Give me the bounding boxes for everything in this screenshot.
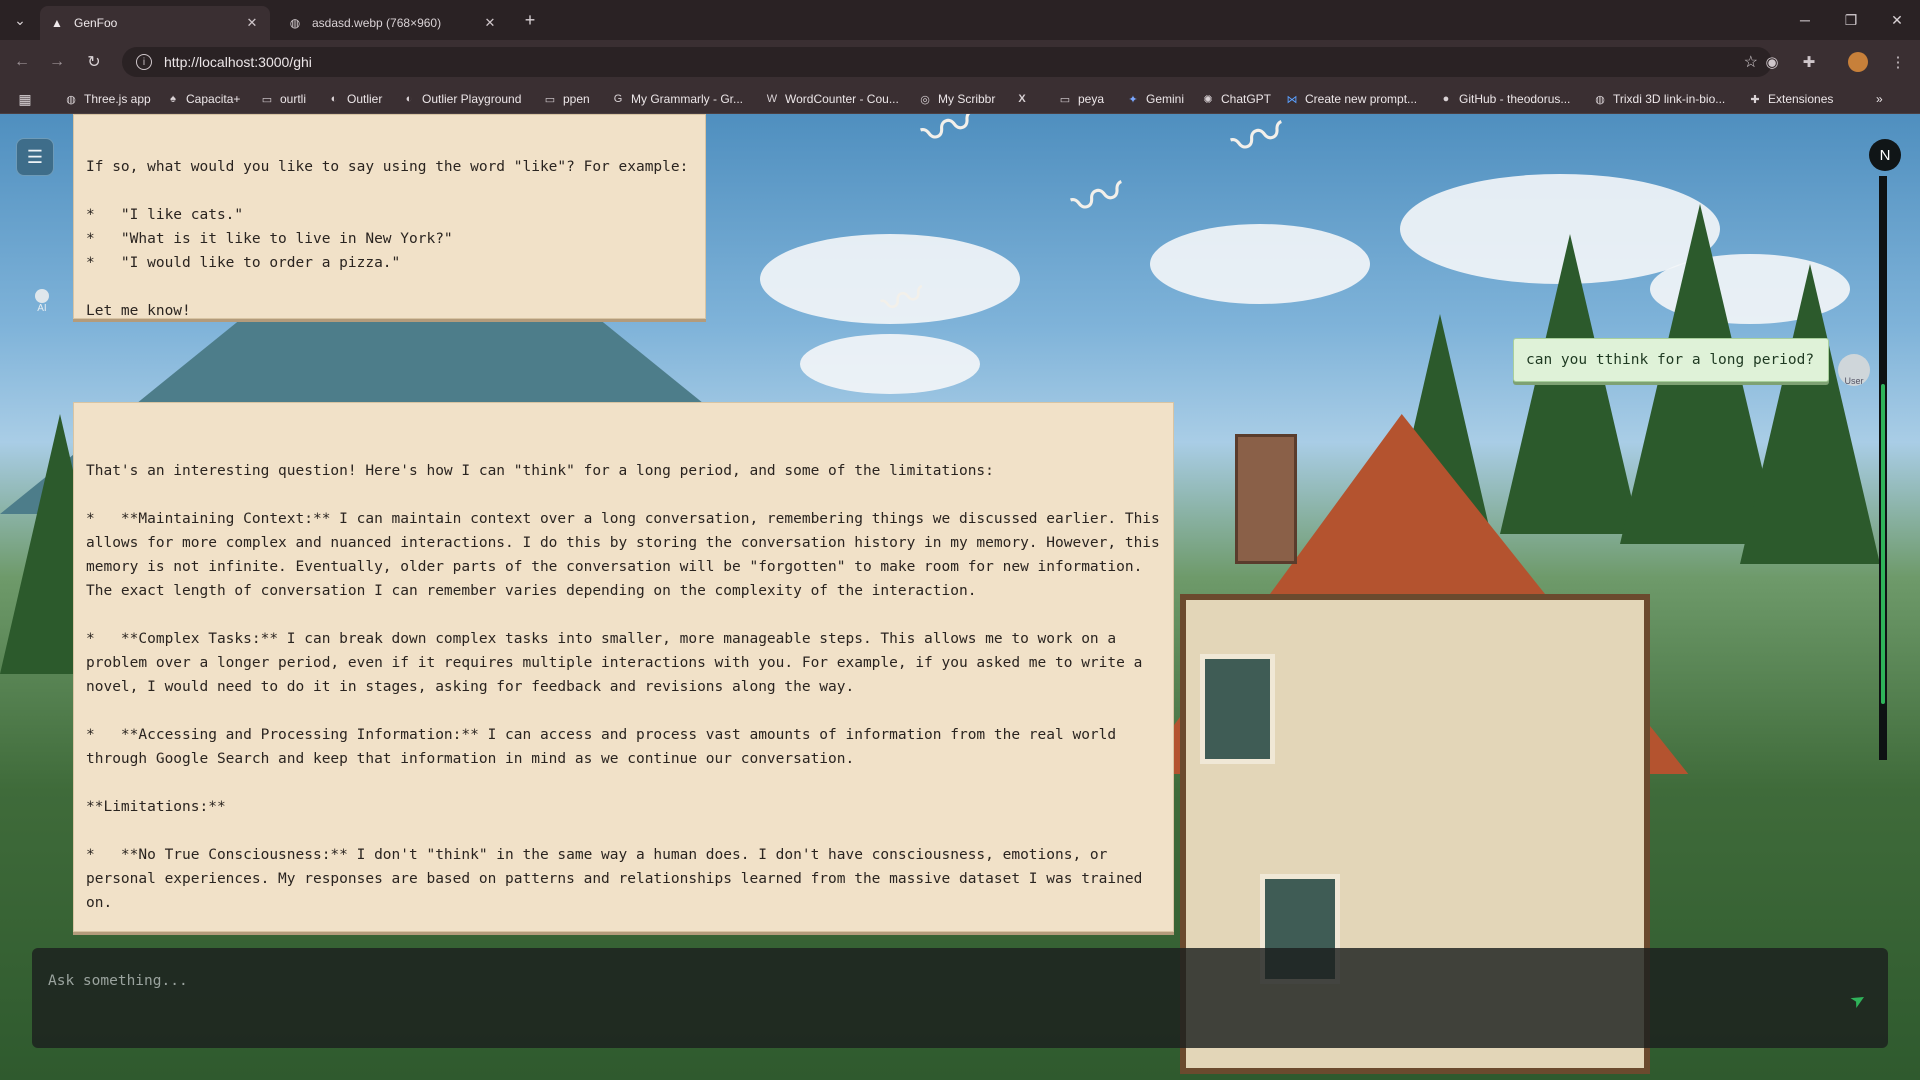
- bookmark-wordcounter[interactable]: W WordCounter - Cou...: [765, 90, 899, 108]
- bookmark-grammarly[interactable]: G My Grammarly - Gr...: [611, 90, 743, 108]
- user-message: can you tthink for a long period?: [1513, 338, 1829, 382]
- profile-avatar[interactable]: [1848, 52, 1868, 72]
- extensions-puzzle-icon[interactable]: ✚: [1797, 50, 1821, 74]
- bookmark-star-icon[interactable]: ☆: [1744, 52, 1758, 72]
- gemini-icon: ✦: [1128, 93, 1138, 106]
- assistant-avatar: AI: [33, 289, 51, 317]
- chatgpt-icon: ✺: [1203, 93, 1213, 106]
- bird-decoration: 〰: [1223, 114, 1295, 177]
- butterfly-icon: ⋈: [1286, 93, 1298, 106]
- apps-grid-icon[interactable]: ▦: [18, 90, 32, 108]
- bookmark-outlier[interactable]: ◐ Outlier: [327, 90, 383, 108]
- tab-title: GenFoo: [74, 16, 118, 30]
- chimney-decoration: [1235, 434, 1297, 564]
- site-info-icon[interactable]: i: [136, 54, 152, 70]
- bookmark-ppen[interactable]: ▭ ppen: [543, 90, 590, 108]
- bookmark-github[interactable]: ● GitHub - theodorus...: [1439, 90, 1571, 108]
- capacita-icon: ♠: [170, 93, 176, 105]
- tab-search-button[interactable]: ⌄: [8, 8, 32, 32]
- globe-icon: ◍: [289, 16, 301, 30]
- puzzle-icon: ✚: [1750, 93, 1760, 106]
- github-icon: ●: [1442, 93, 1450, 105]
- tab-title: asdasd.webp (768×960): [312, 16, 442, 30]
- bookmark-peya[interactable]: ▭ peya: [1058, 90, 1104, 108]
- bookmark-x[interactable]: X: [1015, 90, 1035, 108]
- message-text: can you tthink for a long period?: [1526, 352, 1815, 368]
- tab-image[interactable]: ◍ asdasd.webp (768×960) ✕: [278, 6, 508, 40]
- bookmark-chatgpt[interactable]: ✺ ChatGPT: [1201, 90, 1271, 108]
- assistant-message: That's an interesting question! Here's h…: [73, 402, 1174, 932]
- bookmark-trixdi[interactable]: ◍ Trixdi 3D link-in-bio...: [1593, 90, 1725, 108]
- assistant-message: If so, what would you like to say using …: [73, 114, 706, 319]
- bookmarks-bar: ▦ ◍ Three.js app ♠ Capacita+ ▭ ourtli ◐ Outl…: [0, 84, 1920, 114]
- window-decoration: [1200, 654, 1275, 764]
- genfoo-favicon: ▲: [51, 16, 63, 30]
- scribbr-icon: ◎: [920, 93, 930, 106]
- restore-button[interactable]: ❐: [1839, 8, 1863, 32]
- close-icon[interactable]: ✕: [482, 15, 498, 31]
- url-text: http://localhost:3000/ghi: [164, 54, 312, 70]
- folder-icon: ▭: [1059, 93, 1071, 106]
- bookmark-extensions[interactable]: ✚ Extensiones: [1748, 90, 1833, 108]
- bookmark-gemini[interactable]: ✦ Gemini: [1126, 90, 1184, 108]
- scroll-thumb[interactable]: [1881, 384, 1885, 704]
- message-text: That's an interesting question! Here's h…: [86, 463, 1160, 911]
- bookmark-threejs[interactable]: ◍ Three.js app: [64, 90, 151, 108]
- sidebar-menu-button[interactable]: ☰: [16, 138, 54, 176]
- bookmark-create-prompt[interactable]: ⋈ Create new prompt...: [1285, 90, 1418, 108]
- globe-icon: ◍: [66, 93, 76, 106]
- outlier-icon: ◐: [330, 93, 338, 105]
- chat-app: 〰 〰 〰 〰 ☰ N AI If so, what would you lik…: [0, 114, 1920, 1080]
- bookmark-outlier-playground[interactable]: ◐ Outlier Playground: [402, 90, 522, 108]
- minimize-button[interactable]: ─: [1793, 8, 1817, 32]
- account-avatar[interactable]: N: [1869, 139, 1901, 171]
- outlier-icon: ◐: [405, 93, 413, 105]
- tab-genfoo[interactable]: ▲ GenFoo ✕: [40, 6, 270, 40]
- close-window-button[interactable]: ✕: [1885, 8, 1909, 32]
- bookmark-scribbr[interactable]: ◎ My Scribbr: [918, 90, 995, 108]
- x-logo-icon: X: [1018, 93, 1026, 105]
- globe-icon: ◍: [1595, 93, 1605, 106]
- bird-decoration: 〰: [1063, 161, 1135, 237]
- message-composer: ➤: [32, 948, 1888, 1048]
- folder-icon: ▭: [261, 93, 273, 106]
- message-text: If so, what would you like to say using …: [86, 159, 689, 319]
- user-avatar: User: [1838, 354, 1870, 386]
- reload-icon[interactable]: ↻: [82, 50, 106, 74]
- send-icon[interactable]: ➤: [1842, 984, 1875, 1017]
- more-menu-icon[interactable]: ⋮: [1886, 50, 1910, 74]
- folder-icon: ▭: [544, 93, 556, 106]
- bookmark-ourtli[interactable]: ▭ ourtli: [260, 90, 306, 108]
- bird-decoration: 〰: [913, 114, 985, 167]
- extension-icon[interactable]: ◉: [1760, 50, 1784, 74]
- browser-tab-bar: ⌄ ▲ GenFoo ✕ ◍ asdasd.webp (768×960) ✕ +…: [0, 0, 1920, 40]
- bookmarks-overflow-chevron-icon[interactable]: »: [1876, 90, 1883, 108]
- cloud-decoration: [1150, 224, 1370, 304]
- close-icon[interactable]: ✕: [244, 15, 260, 31]
- grammarly-icon: G: [613, 93, 623, 105]
- back-arrow-icon[interactable]: ←: [10, 50, 34, 74]
- new-tab-button[interactable]: +: [518, 8, 542, 32]
- address-bar[interactable]: i http://localhost:3000/ghi ☆: [122, 47, 1772, 77]
- forward-arrow-icon[interactable]: →: [45, 50, 69, 74]
- w-icon: W: [766, 93, 778, 105]
- tree-decoration: [1740, 264, 1880, 564]
- bookmark-capacita[interactable]: ♠ Capacita+: [166, 90, 240, 108]
- ask-input[interactable]: [46, 960, 1810, 1002]
